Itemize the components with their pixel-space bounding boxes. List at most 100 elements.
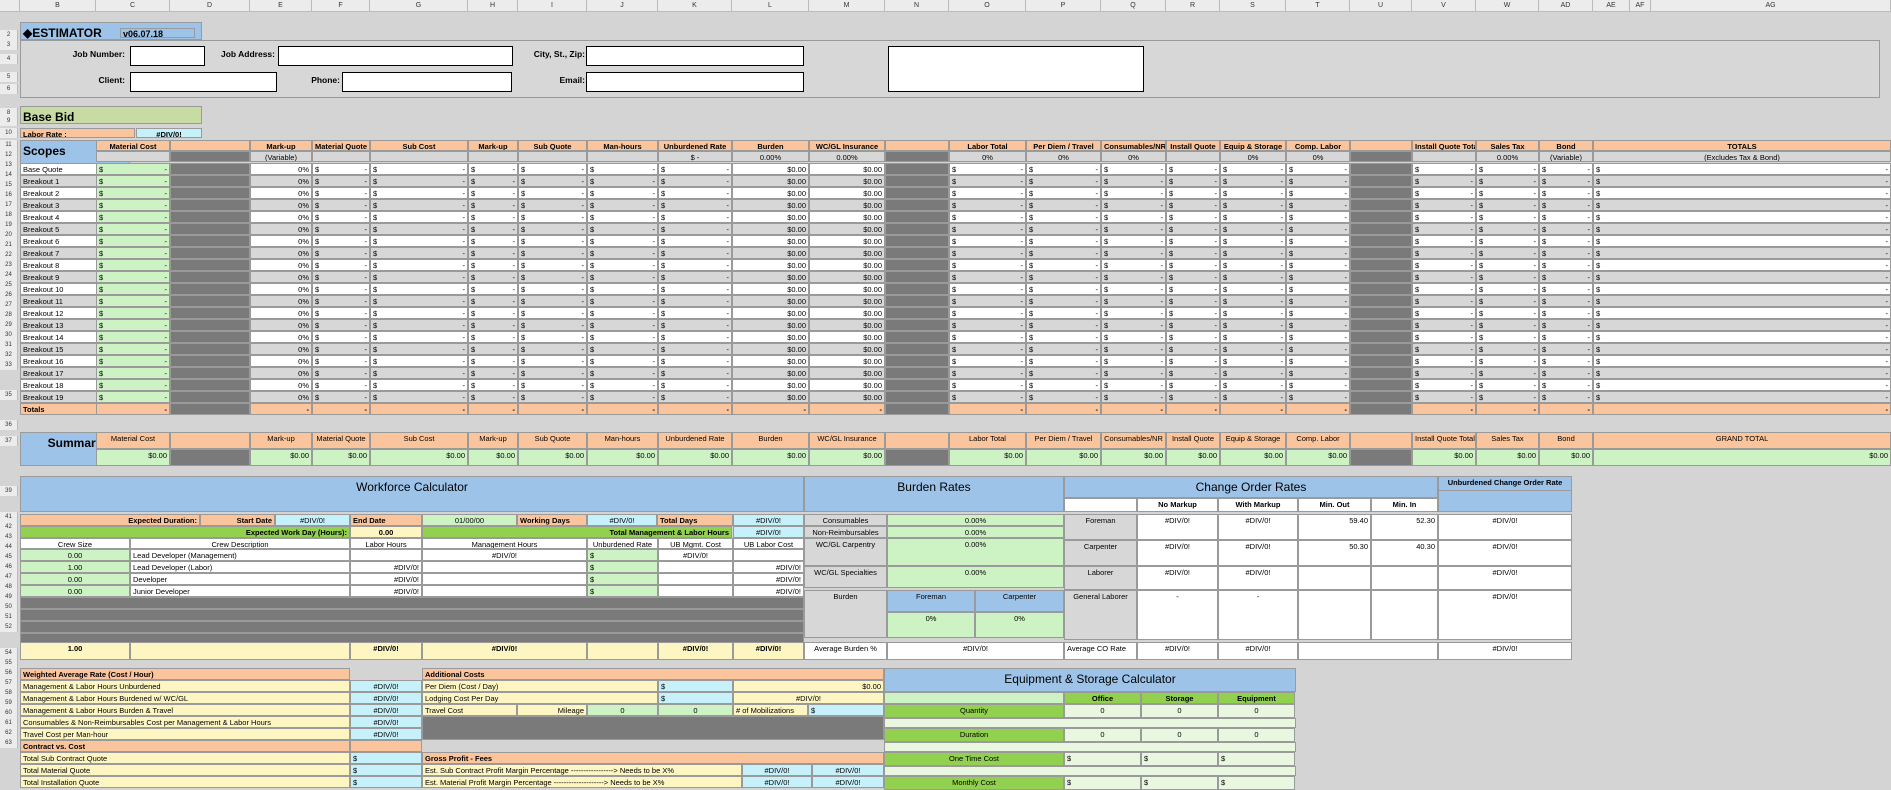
- version-label[interactable]: v06.07.18: [120, 28, 195, 38]
- table-cell[interactable]: $ -: [1539, 211, 1593, 223]
- table-cell[interactable]: $ -: [949, 271, 1026, 283]
- table-cell[interactable]: $ -: [1166, 187, 1220, 199]
- table-cell[interactable]: 0%: [250, 163, 312, 175]
- table-cell[interactable]: $ -: [1220, 211, 1286, 223]
- city-input[interactable]: [586, 46, 804, 66]
- table-cell[interactable]: $ -: [96, 379, 170, 391]
- mileage-value[interactable]: 0: [587, 704, 658, 716]
- table-cell[interactable]: $ -: [1220, 199, 1286, 211]
- table-cell[interactable]: $0.00: [809, 379, 885, 391]
- table-cell[interactable]: $ -: [1026, 199, 1101, 211]
- table-cell[interactable]: $ -: [518, 211, 587, 223]
- table-cell[interactable]: $ -: [312, 307, 370, 319]
- table-cell[interactable]: $ -: [1220, 379, 1286, 391]
- table-cell[interactable]: $ -: [1286, 355, 1350, 367]
- table-cell[interactable]: $ -: [1026, 175, 1101, 187]
- table-cell[interactable]: $0.00: [732, 355, 809, 367]
- row-number[interactable]: 27: [0, 300, 18, 310]
- table-cell[interactable]: $ -: [1220, 367, 1286, 379]
- table-cell[interactable]: 0%: [250, 295, 312, 307]
- table-cell[interactable]: [1350, 223, 1412, 235]
- row-number[interactable]: 22: [0, 250, 18, 260]
- table-cell[interactable]: $ -: [1476, 235, 1539, 247]
- row-number[interactable]: 49: [0, 592, 18, 602]
- table-cell[interactable]: $ -: [1286, 367, 1350, 379]
- table-cell[interactable]: $ -: [658, 223, 732, 235]
- table-cell[interactable]: $ -: [949, 295, 1026, 307]
- table-cell[interactable]: $ -: [1476, 331, 1539, 343]
- table-cell[interactable]: $ -: [1593, 235, 1891, 247]
- table-cell[interactable]: $ -: [658, 295, 732, 307]
- equipment-value[interactable]: 0: [1218, 728, 1295, 742]
- select-all-corner[interactable]: [0, 0, 20, 12]
- row-number[interactable]: 32: [0, 350, 18, 360]
- equipment-value[interactable]: 0: [1064, 728, 1141, 742]
- burden-item-value[interactable]: 0.00%: [887, 514, 1064, 526]
- table-cell[interactable]: $ -: [1166, 295, 1220, 307]
- table-cell[interactable]: $ -: [658, 355, 732, 367]
- row-number[interactable]: 55: [0, 658, 18, 668]
- table-cell[interactable]: $ -: [1220, 343, 1286, 355]
- table-cell[interactable]: $ -: [1539, 163, 1593, 175]
- crew-size[interactable]: 1.00: [20, 561, 130, 573]
- summary-value[interactable]: $0.00: [1220, 449, 1286, 466]
- table-cell[interactable]: $ -: [96, 199, 170, 211]
- table-cell[interactable]: $ -: [370, 343, 468, 355]
- table-cell[interactable]: $ -: [1286, 319, 1350, 331]
- table-cell[interactable]: $ -: [1166, 199, 1220, 211]
- table-cell[interactable]: $ -: [370, 163, 468, 175]
- column-header-K[interactable]: K: [658, 0, 732, 12]
- notes-box[interactable]: [888, 46, 1144, 92]
- table-cell[interactable]: $ -: [1539, 379, 1593, 391]
- table-cell[interactable]: $ -: [658, 211, 732, 223]
- table-cell[interactable]: $ -: [468, 271, 518, 283]
- row-number[interactable]: 60: [0, 708, 18, 718]
- table-cell[interactable]: $ -: [1593, 391, 1891, 403]
- table-cell[interactable]: $ -: [1026, 259, 1101, 271]
- table-cell[interactable]: $ -: [587, 259, 658, 271]
- table-cell[interactable]: $0.00: [809, 271, 885, 283]
- table-cell[interactable]: 0%: [250, 223, 312, 235]
- table-cell[interactable]: $ -: [518, 307, 587, 319]
- table-cell[interactable]: $ -: [1286, 343, 1350, 355]
- table-cell[interactable]: $ -: [1026, 271, 1101, 283]
- table-cell[interactable]: $ -: [1412, 283, 1476, 295]
- table-cell[interactable]: $ -: [96, 187, 170, 199]
- column-header-J[interactable]: J: [587, 0, 658, 12]
- table-cell[interactable]: $ -: [518, 223, 587, 235]
- table-cell[interactable]: $ -: [1101, 199, 1166, 211]
- table-cell[interactable]: $ -: [1476, 355, 1539, 367]
- table-cell[interactable]: $ -: [1412, 379, 1476, 391]
- table-cell[interactable]: [1350, 199, 1412, 211]
- table-cell[interactable]: $ -: [1026, 319, 1101, 331]
- summary-value[interactable]: $0.00: [1476, 449, 1539, 466]
- table-cell[interactable]: $ -: [1476, 343, 1539, 355]
- table-cell[interactable]: $0.00: [732, 295, 809, 307]
- table-cell[interactable]: $ -: [1026, 379, 1101, 391]
- burden-item-value[interactable]: 0.00%: [887, 526, 1064, 538]
- table-cell[interactable]: $ -: [1593, 355, 1891, 367]
- table-cell[interactable]: $ -: [1412, 295, 1476, 307]
- table-cell[interactable]: $ -: [658, 247, 732, 259]
- table-cell[interactable]: [170, 307, 250, 319]
- table-cell[interactable]: $ -: [1026, 355, 1101, 367]
- table-cell[interactable]: $ -: [1220, 295, 1286, 307]
- table-cell[interactable]: $ -: [370, 259, 468, 271]
- phone-input[interactable]: [342, 72, 512, 92]
- table-cell[interactable]: $ -: [949, 211, 1026, 223]
- table-cell[interactable]: $ -: [1412, 331, 1476, 343]
- table-cell[interactable]: $ -: [468, 163, 518, 175]
- table-cell[interactable]: $ -: [658, 307, 732, 319]
- table-cell[interactable]: $ -: [468, 331, 518, 343]
- table-cell[interactable]: $ -: [370, 391, 468, 403]
- min-in[interactable]: 40.30: [1371, 540, 1438, 566]
- table-cell[interactable]: $ -: [587, 319, 658, 331]
- table-cell[interactable]: $ -: [1166, 355, 1220, 367]
- table-cell[interactable]: $ -: [1101, 247, 1166, 259]
- table-cell[interactable]: $ -: [468, 211, 518, 223]
- table-cell[interactable]: $0.00: [732, 343, 809, 355]
- column-header-AE[interactable]: AE: [1593, 0, 1630, 12]
- table-cell[interactable]: $ -: [1476, 163, 1539, 175]
- column-header-C[interactable]: C: [96, 0, 170, 12]
- row-number[interactable]: 31: [0, 340, 18, 350]
